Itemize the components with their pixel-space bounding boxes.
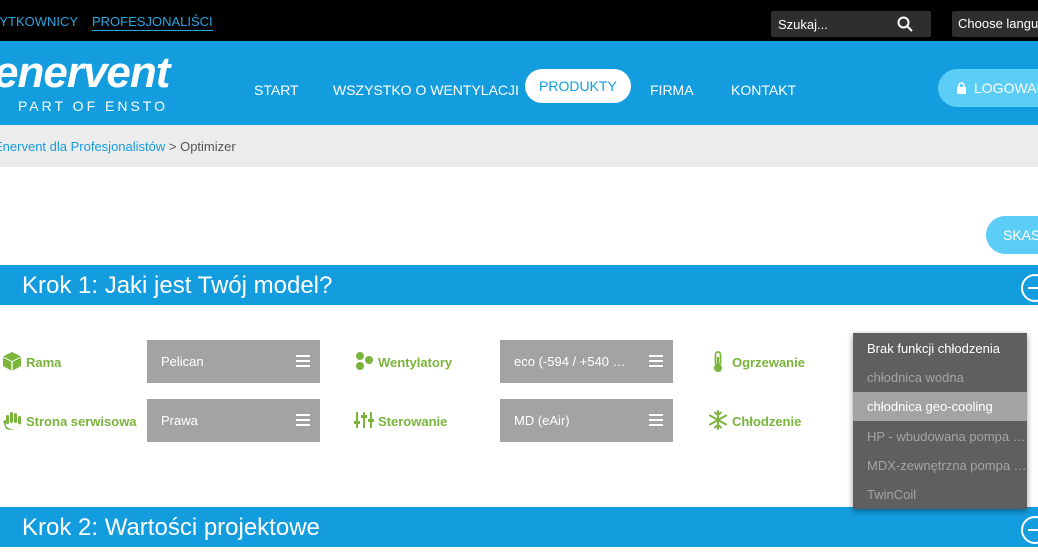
top-bar: UŻYTKOWNICY PROFESJONALIŚCI Choose langu… <box>0 0 1038 41</box>
nav-start[interactable]: START <box>254 82 299 98</box>
search-box <box>771 11 931 37</box>
ogrzewanie-label-text: Ogrzewanie <box>732 355 805 370</box>
cooling-option[interactable]: chłodnica geo-cooling <box>853 392 1027 421</box>
logo-tagline: PART OF ENSTO <box>18 98 168 114</box>
reset-button[interactable]: SKASUJ <box>986 216 1038 254</box>
rama-value: Pelican <box>161 354 204 369</box>
cooling-option[interactable]: Brak funkcji chłodzenia <box>853 334 1027 363</box>
search-icon[interactable] <box>897 16 913 32</box>
field-label-ogrzewanie: Ogrzewanie <box>714 351 805 372</box>
thermometer-icon <box>714 351 722 372</box>
menu-icon <box>649 355 663 367</box>
search-input[interactable] <box>771 11 898 37</box>
sterowanie-label-text: Sterowanie <box>378 414 448 429</box>
step-1-title: Krok 1: Jaki jest Twój model? <box>22 272 333 299</box>
breadcrumb: Enervent dla Profesjonalistów > Optimize… <box>0 139 236 154</box>
users-link[interactable]: UŻYTKOWNICY <box>0 14 78 29</box>
lock-icon <box>957 82 966 94</box>
language-select[interactable]: Choose language <box>952 11 1038 37</box>
menu-icon <box>296 414 310 426</box>
collapse-icon[interactable] <box>1021 516 1038 544</box>
sliders-icon <box>354 412 374 428</box>
breadcrumb-link[interactable]: Enervent dla Profesjonalistów <box>0 139 165 154</box>
strona-label-text: Strona serwisowa <box>26 414 137 429</box>
wentylatory-select[interactable]: eco (-594 / +540 Pa) <box>500 340 673 383</box>
breadcrumb-separator: > <box>165 139 181 154</box>
strona-serwisowa-select[interactable]: Prawa <box>147 399 320 442</box>
field-label-wentylatory: Wentylatory <box>356 352 453 370</box>
step-1-header[interactable]: Krok 1: Jaki jest Twój model? <box>0 265 1038 305</box>
nav-produkty[interactable]: PRODUKTY <box>525 69 631 103</box>
breadcrumb-bar: Enervent dla Profesjonalistów > Optimize… <box>0 125 1038 167</box>
collapse-icon[interactable] <box>1021 274 1038 302</box>
sterowanie-value: MD (eAir) <box>514 413 570 428</box>
fan-icon <box>356 352 373 370</box>
field-label-sterowanie: Sterowanie <box>354 412 448 429</box>
rama-select[interactable]: Pelican <box>147 340 320 383</box>
sterowanie-select[interactable]: MD (eAir) <box>500 399 673 442</box>
nav-wszystko-o-wentylacji[interactable]: WSZYSTKO O WENTYLACJI <box>333 82 519 98</box>
wentylatory-label-text: Wentylatory <box>378 355 453 370</box>
strona-value: Prawa <box>161 413 198 428</box>
hand-icon <box>3 412 21 430</box>
cooling-option: chłodnica wodna <box>867 370 964 385</box>
cube-icon <box>3 352 21 371</box>
chlodzenie-label-text: Chłodzenie <box>732 414 802 429</box>
cooling-option: TwinCoil <box>867 487 917 502</box>
nav-kontakt[interactable]: KONTAKT <box>731 82 796 98</box>
breadcrumb-current: Optimizer <box>180 139 236 154</box>
login-button[interactable]: LOGOWANIE <box>938 69 1038 107</box>
step-2-title: Krok 2: Wartości projektowe <box>22 514 320 541</box>
step-2-header[interactable]: Krok 2: Wartości projektowe <box>0 507 1038 547</box>
field-label-rama: Rama <box>3 352 62 371</box>
field-label-chlodzenie: Chłodzenie <box>709 410 802 430</box>
login-label: LOGOWANIE <box>974 80 1038 96</box>
chlodzenie-dropdown: Brak funkcji chłodzenia chłodnica wodna … <box>853 333 1027 509</box>
nav-firma[interactable]: FIRMA <box>650 82 694 98</box>
menu-icon <box>296 355 310 367</box>
cooling-option: HP - wbudowana pompa ciepła <box>867 429 1027 444</box>
logo-wordmark: enervent <box>0 48 170 97</box>
professionals-link[interactable]: PROFESJONALIŚCI <box>92 14 213 31</box>
cooling-option: MDX-zewnętrzna pompa ciepła <box>867 458 1027 473</box>
field-label-strona-serwisowa: Strona serwisowa <box>3 412 137 430</box>
rama-label-text: Rama <box>26 355 62 370</box>
snowflake-icon <box>709 410 727 430</box>
menu-icon <box>649 414 663 426</box>
main-header: enervent PART OF ENSTO START WSZYSTKO O … <box>0 41 1038 125</box>
wentylatory-value: eco (-594 / +540 Pa) <box>514 354 629 369</box>
